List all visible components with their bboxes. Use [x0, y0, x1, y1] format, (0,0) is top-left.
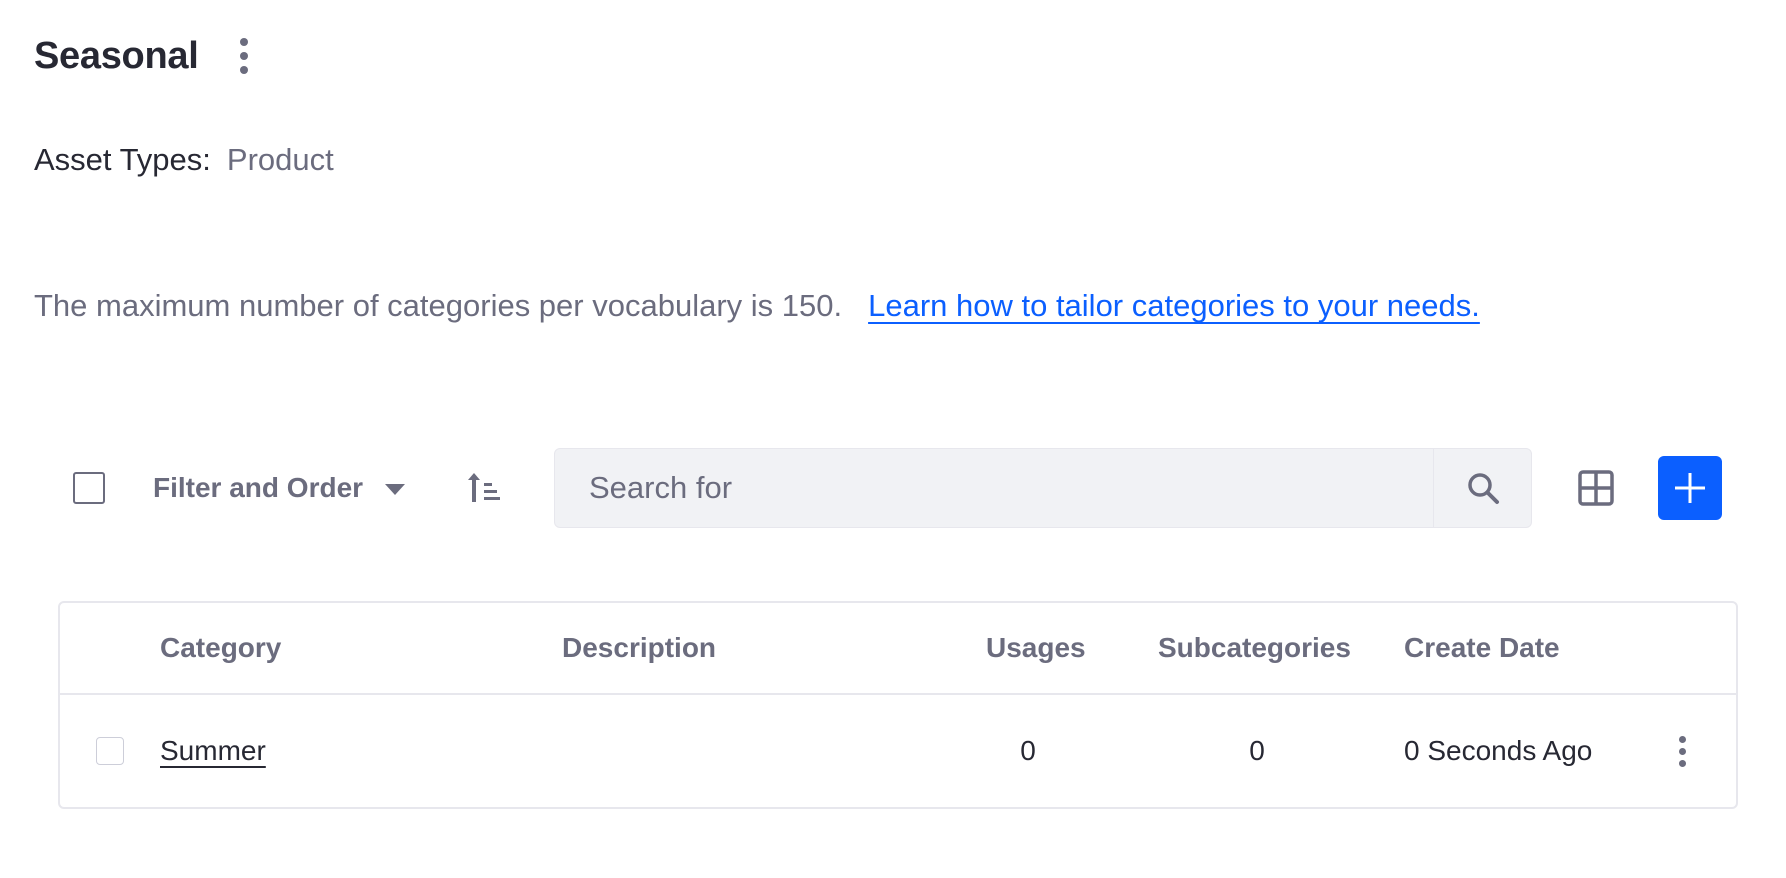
page-title: Seasonal: [34, 34, 199, 77]
asset-types: Asset Types: Product: [34, 142, 334, 178]
kebab-dot: [1678, 747, 1686, 755]
grid-view-icon: [1578, 470, 1614, 506]
column-header-category: Category: [160, 632, 282, 663]
filter-and-order-dropdown[interactable]: Filter and Order: [153, 466, 406, 510]
learn-more-link[interactable]: Learn how to tailor categories to your n…: [868, 288, 1480, 324]
column-header-create-date: Create Date: [1404, 632, 1560, 663]
kebab-dot: [240, 52, 249, 60]
vocabulary-options-button[interactable]: [232, 34, 256, 78]
table-row: Summer 0 0 0 Seconds Ago: [60, 695, 1736, 807]
filter-and-order-label: Filter and Order: [153, 472, 364, 503]
select-all-checkbox[interactable]: [73, 472, 105, 504]
add-category-button[interactable]: [1658, 456, 1722, 520]
sort-ascending-icon: [468, 473, 500, 502]
column-header-description: Description: [562, 632, 717, 663]
view-toggle-button[interactable]: [1574, 466, 1618, 510]
create-date-cell: 0 Seconds Ago: [1404, 735, 1593, 766]
categories-table: Category Description Usages Subcategorie…: [58, 601, 1738, 809]
info-text: The maximum number of categories per voc…: [34, 288, 843, 323]
asset-types-value: Product: [226, 142, 334, 177]
page-header: Seasonal: [34, 30, 256, 82]
table-header: Category Description Usages Subcategorie…: [60, 603, 1736, 695]
caret-down-icon: [385, 483, 406, 495]
column-header-subcategories: Subcategories: [1158, 632, 1351, 663]
kebab-dot: [240, 66, 249, 74]
kebab-dot: [1678, 735, 1686, 743]
sort-button[interactable]: [466, 466, 502, 510]
asset-types-label: Asset Types:: [34, 142, 211, 177]
column-header-usages: Usages: [986, 632, 1086, 663]
subcategories-value: 0: [1249, 735, 1265, 766]
usages-value: 0: [1020, 735, 1036, 766]
row-checkbox[interactable]: [96, 737, 124, 765]
search-bar: [554, 448, 1532, 528]
info-message: The maximum number of categories per voc…: [34, 288, 1480, 324]
plus-icon: [1675, 473, 1705, 503]
search-button[interactable]: [1433, 449, 1531, 527]
search-icon: [1467, 473, 1499, 504]
row-actions-button[interactable]: [1670, 733, 1694, 769]
kebab-dot: [240, 38, 249, 46]
management-toolbar: Filter and Order: [34, 448, 1734, 528]
category-cell: Summer: [160, 695, 266, 807]
kebab-dot: [1678, 759, 1686, 767]
search-input[interactable]: [555, 449, 1433, 527]
category-link[interactable]: Summer: [160, 735, 266, 767]
